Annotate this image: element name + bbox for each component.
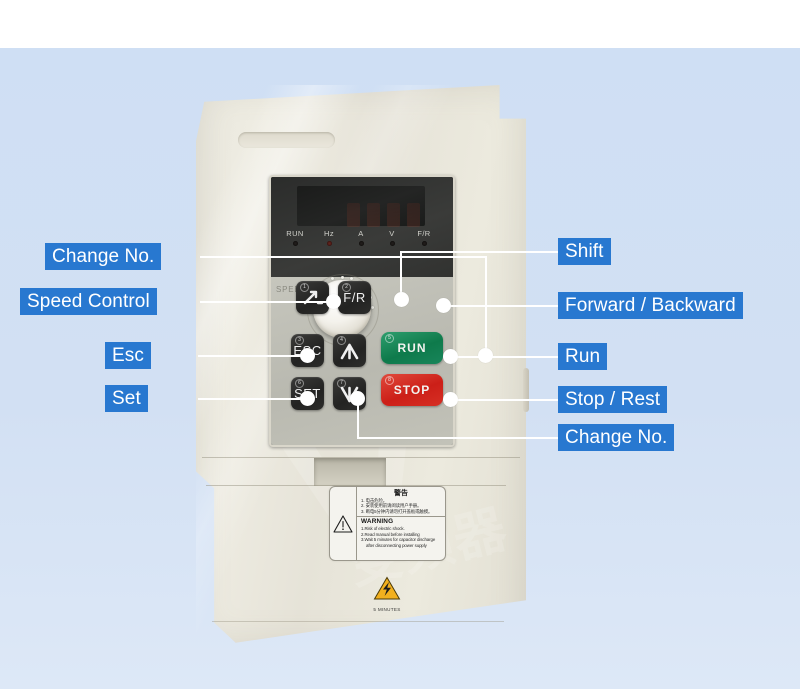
led-display (297, 186, 427, 229)
vent-slot (238, 132, 335, 148)
leader-stop-rest (450, 399, 558, 401)
callout-dot-stop-button (443, 392, 458, 407)
callout-label-shift: Shift (558, 238, 611, 265)
warning-text-column: 警告 1. 电击危险。 2. 安装使用前请阅读用户手册。 3. 断电5分钟内请勿… (357, 487, 445, 560)
leader-run (450, 356, 558, 358)
warning-cn-line-3: 3. 断电5分钟内请勿打开盖板或触摸。 (361, 508, 433, 514)
stop-button[interactable]: 8 STOP (381, 374, 443, 406)
warning-en-title: WARNING (361, 518, 394, 526)
indicator-hz-label: Hz (324, 229, 334, 238)
side-clip (523, 368, 529, 412)
callout-label-change-no-bottom: Change No. (558, 424, 675, 451)
stop-button-label: STOP (393, 383, 431, 397)
leader-set (198, 398, 308, 400)
callout-dot-speed-knob (326, 294, 341, 309)
leader-speed-control (200, 301, 334, 303)
callout-dot-fr-button (436, 298, 451, 313)
indicator-a-led (358, 241, 364, 246)
indicator-v: V (375, 229, 409, 246)
indicator-hz: Hz (312, 229, 346, 246)
indicator-run-label: RUN (286, 229, 304, 238)
callout-dot-esc-button (300, 348, 315, 363)
run-button[interactable]: 5 RUN (381, 332, 443, 364)
leader-shift-h (400, 251, 558, 253)
warning-en-line-4: after disconnecting power supply (366, 543, 427, 548)
leader-esc (198, 355, 308, 357)
leader-change-no-bottom-v (357, 398, 359, 438)
keypad-panel: RUN Hz A V F/R SPEED 1 2 F/R 3 4 6 7 5 R… (269, 175, 455, 447)
up-arrow-button[interactable]: 4 (333, 334, 366, 367)
indicator-a-label: A (358, 229, 364, 238)
shift-arrow-icon (303, 290, 324, 305)
leader-change-no-bottom-h (357, 437, 558, 439)
warning-sticker: 警告 1. 电击危险。 2. 安装使用前请阅读用户手册。 3. 断电5分钟内请勿… (329, 486, 446, 561)
warning-triangle-column (330, 487, 357, 560)
warning-cn-title: 警告 (394, 490, 408, 497)
indicator-hz-led (326, 241, 332, 246)
screenshot-canvas: V变频器 RUN Hz (0, 0, 800, 689)
shift-button[interactable]: 1 (296, 281, 329, 314)
high-voltage-caption: 5 MINUTES (373, 607, 401, 612)
indicator-v-led (389, 241, 395, 246)
leader-change-no-top-h (200, 256, 486, 258)
callout-label-stop-rest: Stop / Rest (558, 386, 668, 413)
warning-divider (357, 515, 445, 517)
callout-label-change-no-top: Change No. (45, 243, 162, 270)
callout-dot-set-button (300, 391, 315, 406)
callout-label-speed-control: Speed Control (20, 288, 157, 315)
callout-label-esc: Esc (105, 342, 151, 369)
indicator-run: RUN (278, 229, 312, 246)
callout-label-forward-backward: Forward / Backward (558, 292, 743, 319)
warning-triangle-icon (333, 514, 353, 533)
indicator-fr: F/R (407, 229, 441, 246)
indicator-fr-led (421, 241, 427, 246)
callout-dot-shift-button (394, 292, 409, 307)
callout-dot-run-button (443, 349, 458, 364)
fr-button-label: F/R (343, 290, 366, 305)
bottom-ridge (212, 621, 504, 622)
callout-label-set: Set (105, 385, 148, 412)
vfd-device: V变频器 RUN Hz (196, 85, 529, 645)
leader-forward-backward (443, 305, 558, 307)
callout-label-run: Run (558, 343, 608, 370)
top-white-band (0, 0, 800, 48)
high-voltage-marking: 5 MINUTES (362, 576, 412, 612)
indicator-fr-label: F/R (417, 229, 431, 238)
arrow-up-icon (340, 343, 359, 360)
indicator-a: A (344, 229, 378, 246)
housing-vent-gap (314, 458, 386, 486)
forward-backward-button[interactable]: 2 F/R (338, 281, 371, 314)
led-digits (347, 201, 427, 229)
run-button-label: RUN (397, 341, 427, 355)
indicator-run-led (292, 241, 298, 246)
indicator-v-label: V (389, 229, 395, 238)
high-voltage-icon (373, 576, 401, 600)
unit-indicator-row: RUN Hz A V F/R (271, 229, 453, 259)
